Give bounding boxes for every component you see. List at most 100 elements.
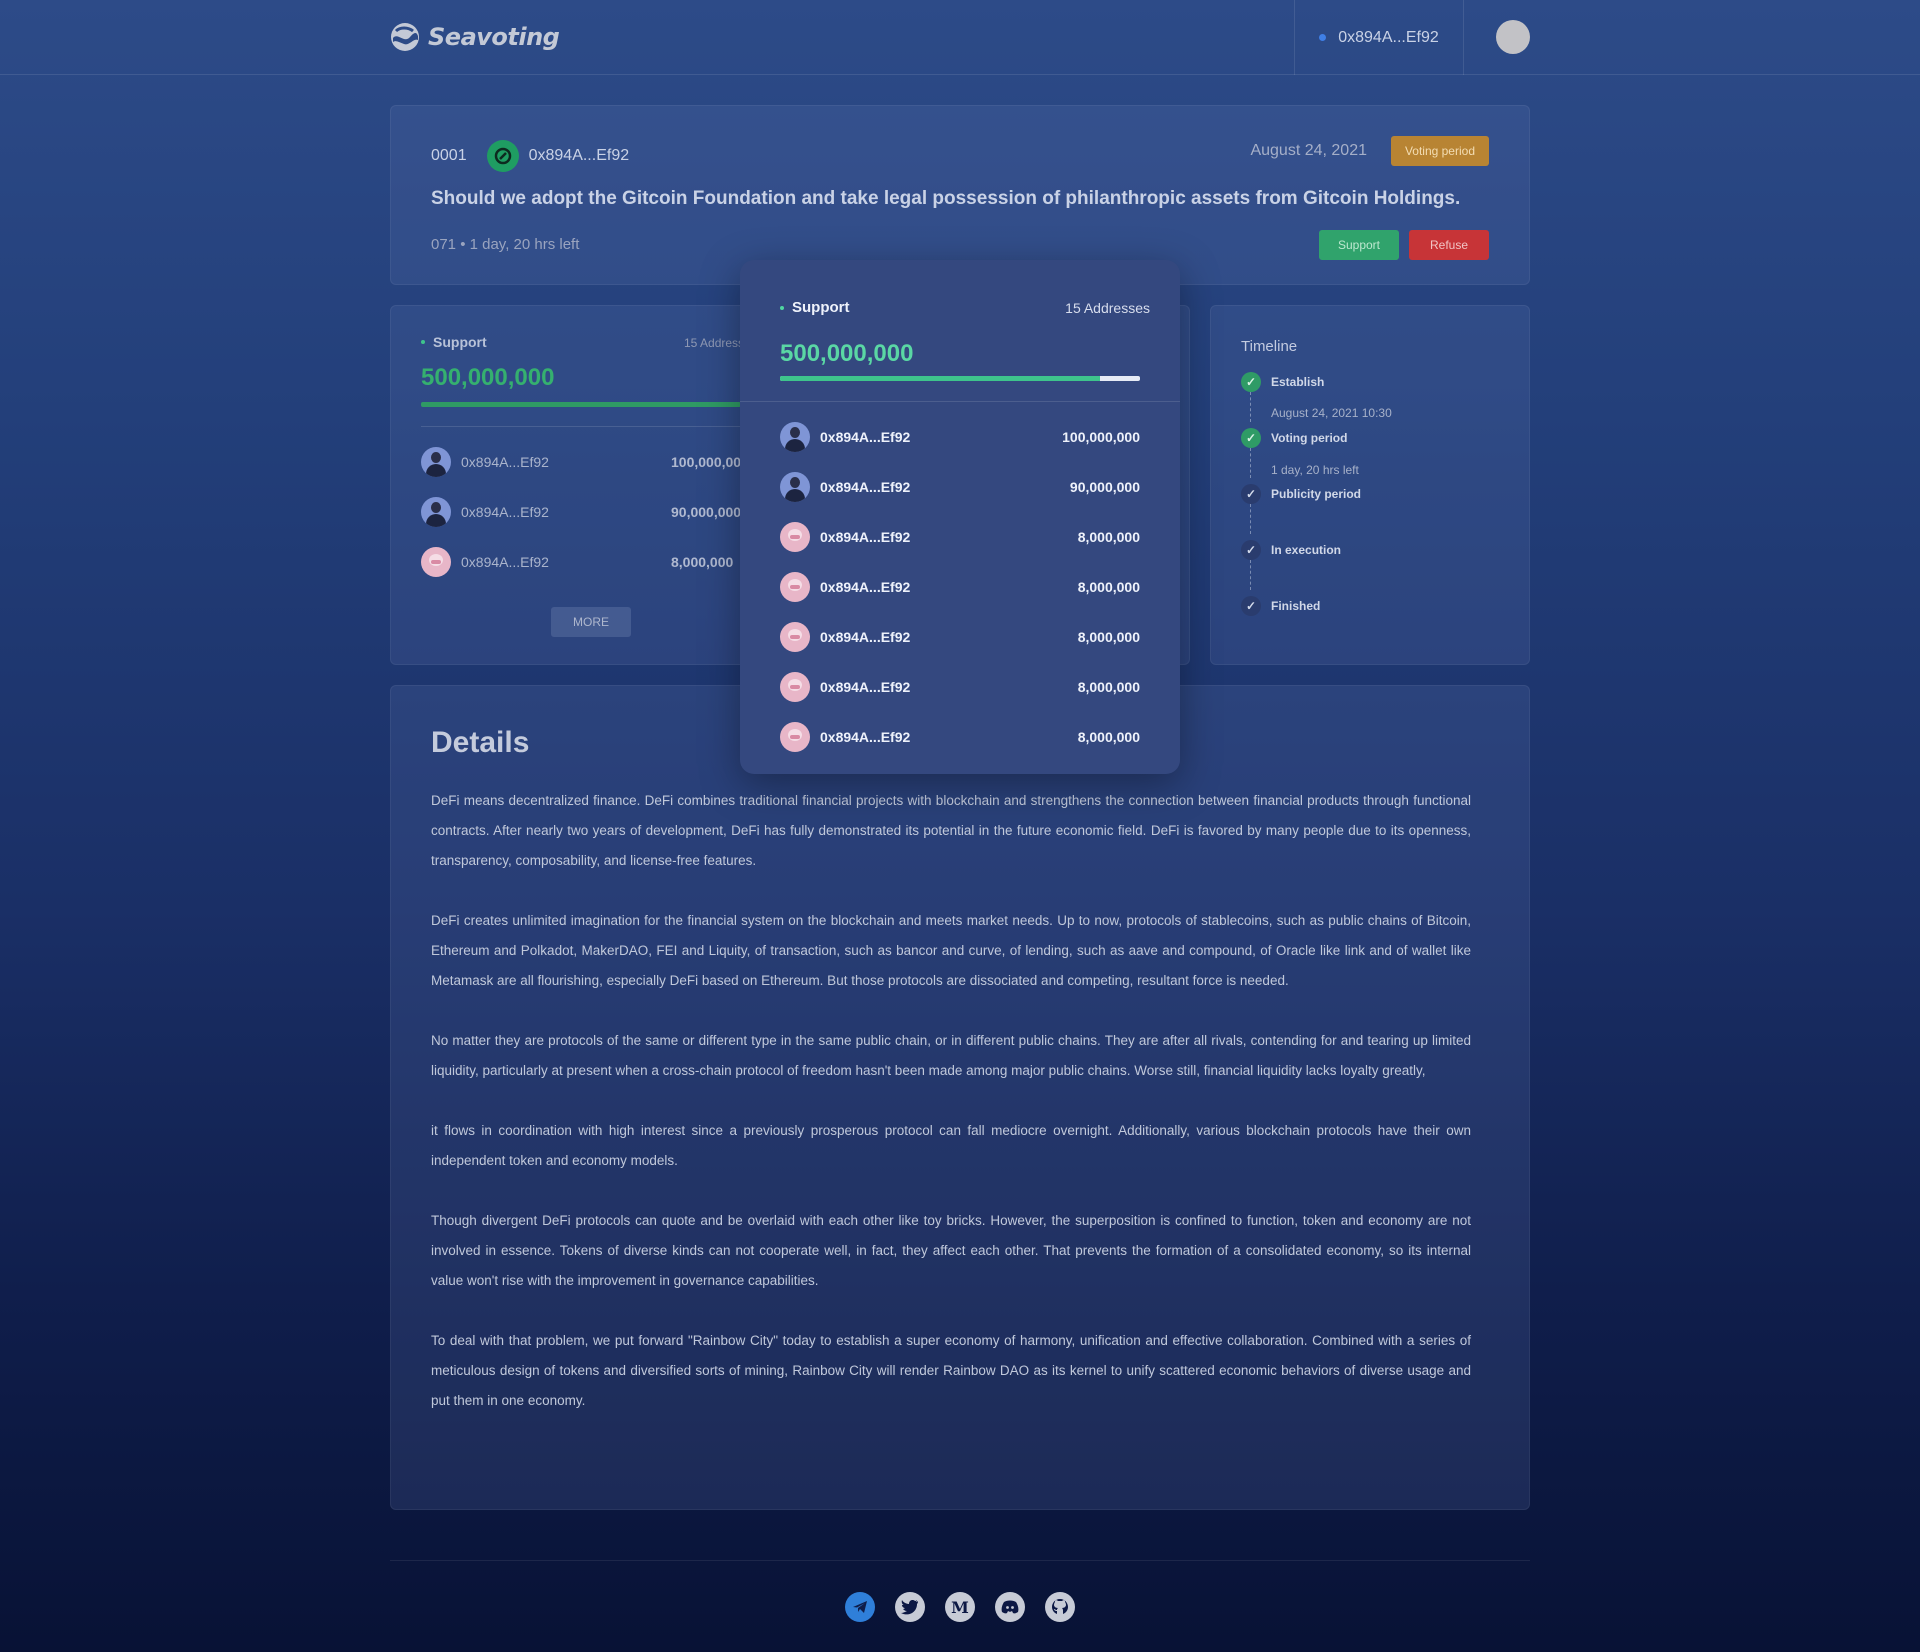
refuse-button[interactable]: Refuse — [1409, 230, 1489, 260]
top-bar: Seavoting 0x894A...Ef92 — [0, 0, 1920, 75]
voter-avatar — [780, 422, 810, 452]
voter-avatar — [780, 722, 810, 752]
timeline-step-voting: ✓ Voting period — [1241, 428, 1347, 448]
details-paragraph: DeFi means decentralized finance. DeFi c… — [431, 793, 1471, 868]
voter-avatar — [780, 622, 810, 652]
popup-voter-row[interactable]: 0x894A...Ef92 90,000,000 — [780, 472, 1140, 502]
support-button[interactable]: Support — [1319, 230, 1399, 260]
voter-amount: 90,000,000 — [671, 504, 742, 520]
voter-row[interactable]: 0x894A...Ef92 8,000,000 — [421, 547, 751, 577]
voter-address: 0x894A...Ef92 — [820, 529, 911, 545]
user-avatar[interactable] — [1496, 20, 1530, 54]
step-label: Voting period — [1271, 431, 1348, 445]
voter-amount: 8,000,000 — [1077, 629, 1140, 645]
step-label: Publicity period — [1271, 487, 1362, 501]
details-paragraph: DeFi creates unlimited imagination for t… — [431, 913, 1471, 988]
more-button[interactable]: MORE — [551, 607, 631, 637]
check-icon: ✓ — [1241, 484, 1261, 504]
popup-heading: Support — [780, 299, 850, 316]
check-icon: ✓ — [1241, 540, 1261, 560]
voter-avatar — [780, 522, 810, 552]
details-paragraph: Though divergent DeFi protocols can quot… — [431, 1213, 1471, 1288]
timeline-step-finished: ✓ Finished — [1241, 596, 1320, 616]
timeline-connector — [1250, 560, 1251, 590]
step-label: Finished — [1271, 599, 1321, 613]
voter-address: 0x894A...Ef92 — [820, 729, 911, 745]
timeline-connector — [1250, 448, 1251, 478]
timeline-step-execution: ✓ In execution — [1241, 540, 1341, 560]
proposal-meta: 071 • 1 day, 20 hrs left — [431, 236, 580, 253]
voter-amount: 8,000,000 — [1077, 529, 1140, 545]
wallet-address: 0x894A...Ef92 — [1338, 28, 1439, 46]
details-paragraph: it flows in coordination with high inter… — [431, 1123, 1471, 1168]
support-heading: Support — [421, 334, 487, 350]
proposal-card: 0001 0x894A...Ef92 August 24, 2021 Votin… — [390, 105, 1530, 285]
support-votes-popup: Support 15 Addresses 500,000,000 0x894A.… — [740, 260, 1180, 774]
support-total: 500,000,000 — [421, 364, 555, 391]
voter-amount: 100,000,000 — [1062, 429, 1140, 445]
popup-address-count: 15 Addresses — [1065, 300, 1150, 316]
discord-icon[interactable] — [995, 1592, 1025, 1622]
voter-address: 0x894A...Ef92 — [461, 554, 549, 570]
voter-amount: 8,000,000 — [671, 554, 734, 570]
divider — [421, 426, 741, 427]
author-address: 0x894A...Ef92 — [528, 147, 630, 164]
proposal-id: 0001 — [431, 147, 467, 164]
timeline-step-establish: ✓ Establish — [1241, 372, 1324, 392]
voter-avatar — [780, 572, 810, 602]
voter-row[interactable]: 0x894A...Ef92 100,000,000 — [421, 447, 751, 477]
support-dot-icon — [421, 340, 425, 344]
popup-voter-row[interactable]: 0x894A...Ef92 8,000,000 — [780, 572, 1140, 602]
divider — [740, 401, 1180, 402]
voter-address: 0x894A...Ef92 — [820, 579, 911, 595]
connected-dot-icon — [1319, 34, 1327, 41]
proposal-date: August 24, 2021 — [1250, 142, 1367, 159]
popup-voter-row[interactable]: 0x894A...Ef92 100,000,000 — [780, 422, 1140, 452]
voter-avatar — [421, 547, 451, 577]
voter-amount: 100,000,000 — [671, 454, 749, 470]
voter-address: 0x894A...Ef92 — [461, 454, 549, 470]
status-badge: Voting period — [1390, 136, 1489, 166]
twitter-icon[interactable] — [895, 1592, 925, 1622]
voter-address: 0x894A...Ef92 — [461, 504, 549, 520]
check-icon: ✓ — [1241, 372, 1261, 392]
support-progress-bar — [421, 402, 741, 407]
details-card: Details DeFi means decentralized finance… — [390, 685, 1530, 1510]
popup-progress-bar — [780, 376, 1140, 381]
voter-avatar — [421, 447, 451, 477]
medium-icon[interactable]: M — [945, 1592, 975, 1622]
timeline-connector — [1250, 392, 1251, 422]
popup-voter-row[interactable]: 0x894A...Ef92 8,000,000 — [780, 672, 1140, 702]
social-links: M — [845, 1592, 1075, 1622]
popup-progress-fill — [780, 376, 1101, 381]
voter-amount: 8,000,000 — [1077, 679, 1140, 695]
step-label: In execution — [1271, 543, 1342, 557]
voter-amount: 8,000,000 — [1077, 729, 1140, 745]
details-title: Details — [431, 726, 530, 759]
voter-address: 0x894A...Ef92 — [820, 429, 911, 445]
step-subtext: August 24, 2021 10:30 — [1271, 406, 1392, 420]
proposal-author[interactable]: 0x894A...Ef92 — [486, 140, 630, 172]
proposal-title: Should we adopt the Gitcoin Foundation a… — [431, 188, 1461, 209]
voter-avatar — [780, 672, 810, 702]
telegram-icon[interactable] — [845, 1592, 875, 1622]
voter-amount: 90,000,000 — [1069, 479, 1140, 495]
popup-voter-row[interactable]: 0x894A...Ef92 8,000,000 — [780, 522, 1140, 552]
brand-logo[interactable]: Seavoting — [390, 20, 560, 54]
footer-divider — [390, 1560, 1530, 1561]
wallet-address-button[interactable]: 0x894A...Ef92 — [1294, 0, 1464, 75]
wave-logo-icon — [391, 23, 419, 51]
popup-support-label: Support — [792, 299, 850, 316]
popup-voter-row[interactable]: 0x894A...Ef92 8,000,000 — [780, 722, 1140, 752]
check-icon: ✓ — [1241, 428, 1261, 448]
timeline-step-publicity: ✓ Publicity period — [1241, 484, 1361, 504]
step-label: Establish — [1271, 375, 1325, 389]
github-icon[interactable] — [1045, 1592, 1075, 1622]
timeline-connector — [1250, 504, 1251, 534]
popup-voter-row[interactable]: 0x894A...Ef92 8,000,000 — [780, 622, 1140, 652]
details-paragraph: To deal with that problem, we put forwar… — [431, 1333, 1471, 1408]
author-avatar-icon — [486, 140, 519, 172]
voter-row[interactable]: 0x894A...Ef92 90,000,000 — [421, 497, 751, 527]
voter-address: 0x894A...Ef92 — [820, 679, 911, 695]
step-subtext: 1 day, 20 hrs left — [1271, 463, 1359, 477]
